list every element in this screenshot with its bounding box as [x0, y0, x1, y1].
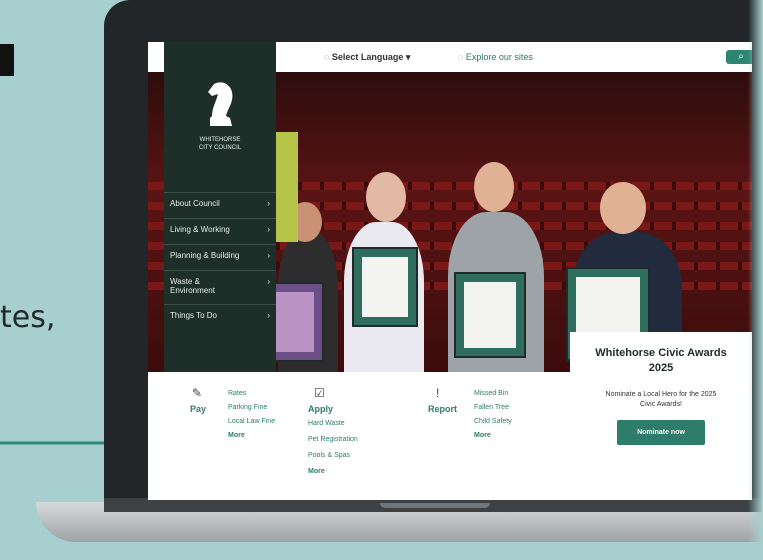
report-title: Report [428, 404, 457, 414]
sidebar-item-label: Living & Working [170, 225, 230, 234]
chevron-right-icon: › [267, 311, 270, 320]
sidebar-menu: About Council › Living & Working › Plannin… [164, 192, 276, 330]
chevron-right-icon: › [267, 225, 270, 234]
sidebar-item-label: Waste & Environment [170, 277, 215, 295]
person-head [366, 172, 406, 222]
cta-subtitle-line-1: Nominate a Local Hero for the 2025 [605, 391, 717, 398]
sidebar-item-label: About Council [170, 199, 220, 208]
logo-line-1: WHITEHORSE [199, 137, 241, 143]
award-certificate [454, 272, 526, 358]
black-square-decoration [0, 44, 14, 76]
apply-title: Apply [308, 404, 334, 414]
apply-more-link[interactable]: More [308, 468, 325, 475]
cta-title-line-2: 2025 [648, 362, 674, 374]
explore-sites-link[interactable]: ◌ Explore our sites [458, 52, 533, 62]
civic-awards-panel: Whitehorse Civic Awards 2025 Nominate a … [570, 332, 752, 500]
pay-title: Pay [190, 404, 207, 414]
apply-icon: ☑ [314, 386, 325, 400]
report-more-link[interactable]: More [474, 432, 491, 439]
laptop-hinge [380, 503, 490, 508]
chevron-right-icon: › [267, 277, 270, 286]
person-head [600, 182, 646, 234]
sidebar-item-label: Things To Do [170, 311, 217, 320]
sidebar-item-planning-building[interactable]: Planning & Building › [164, 244, 276, 270]
pay-link-parking-fine[interactable]: Parking Fine [228, 404, 267, 411]
globe-icon: ◌ [458, 52, 466, 62]
report-link-missed-bin[interactable]: Missed Bin [474, 390, 508, 397]
report-link-fallen-tree[interactable]: Fallen Tree [474, 404, 509, 411]
person-head [474, 162, 514, 212]
sidebar-item-things-to-do[interactable]: Things To Do › [164, 304, 276, 330]
select-language-label: Select Language [331, 52, 404, 62]
apply-link-pools-spas[interactable]: Pools & Spas [308, 452, 350, 459]
apply-link-hard-waste[interactable]: Hard Waste [308, 420, 345, 427]
report-link-child-safety[interactable]: Child Safety [474, 418, 512, 425]
explore-label: Explore our sites [465, 52, 533, 62]
award-certificate [352, 247, 418, 327]
sidebar-item-label: Planning & Building [170, 251, 240, 260]
yellow-banner [276, 132, 298, 242]
pay-link-local-law-fine[interactable]: Local Law Fine [228, 418, 275, 425]
laptop-screen: ◌ Select Language ▾ ◌ Explore our sites … [148, 42, 752, 500]
sidebar-item-living-working[interactable]: Living & Working › [164, 218, 276, 244]
chess-knight-icon [208, 82, 233, 126]
report-icon: ! [436, 386, 440, 400]
logo-text: WHITEHORSE CITY COUNCIL [164, 136, 276, 152]
chevron-right-icon: › [267, 251, 270, 260]
apply-link-pet-registration[interactable]: Pet Registration [308, 436, 358, 443]
globe-icon: ◌ [324, 52, 332, 62]
chevron-right-icon: › [267, 199, 270, 208]
pay-more-link[interactable]: More [228, 432, 245, 439]
cta-title-line-1: Whitehorse Civic Awards [595, 347, 727, 359]
pay-icon: ✎ [192, 386, 203, 400]
select-language-dropdown[interactable]: ◌ Select Language ▾ [324, 52, 410, 63]
search-icon: ⌕ [738, 51, 744, 62]
pay-link-rates[interactable]: Rates [228, 390, 246, 397]
nominate-now-button[interactable]: Nominate now [617, 420, 705, 445]
sidebar-item-about-council[interactable]: About Council › [164, 192, 276, 218]
right-edge-fade [748, 0, 763, 560]
sidebar-item-waste-environment[interactable]: Waste & Environment › [164, 270, 276, 304]
civic-awards-title: Whitehorse Civic Awards 2025 [570, 346, 752, 376]
partial-text: tes, [0, 300, 56, 335]
logo-line-2: CITY COUNCIL [198, 145, 242, 151]
quick-services: ✎ Pay Rates Parking Fine Local Law Fine … [148, 372, 570, 500]
sidebar: WHITEHORSE CITY COUNCIL About Council › L… [164, 42, 276, 372]
cta-subtitle-line-2: Civic Awards! [640, 401, 682, 408]
civic-awards-subtitle: Nominate a Local Hero for the 2025 Civic… [570, 390, 752, 410]
